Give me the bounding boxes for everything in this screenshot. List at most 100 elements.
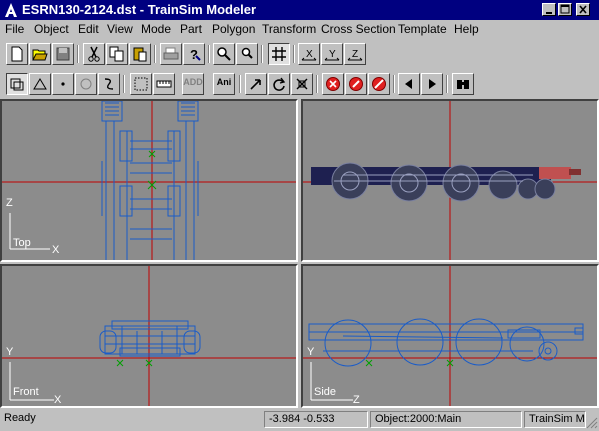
menu-object[interactable]: Object [34,22,69,36]
align-x-button[interactable]: X [298,43,320,65]
grid-icon [272,47,286,61]
top-axis-x-label: X [52,244,60,256]
previous-button[interactable] [398,73,420,95]
perspective-canvas [303,101,597,260]
minimize-button[interactable] [542,3,556,16]
select-squares-icon [10,78,24,91]
circle-tool-button[interactable] [75,73,97,95]
menu-transform[interactable]: Transform [262,22,316,36]
dotted-square-icon [134,77,148,91]
save-button[interactable] [52,43,74,65]
zoom-in-button[interactable] [213,43,235,65]
next-button[interactable] [421,73,443,95]
top-view-canvas [2,101,296,260]
menu-cross-section[interactable]: Cross Section [321,22,396,36]
axis-x-arrows-icon: X [301,49,317,61]
main-toolbar: ? X Y Z [0,40,599,68]
front-axis-y-label: Y [6,346,14,358]
save-disk-icon [56,47,70,61]
diagonal-arrow-icon [250,79,261,90]
svg-text:Y: Y [329,49,336,60]
add-button[interactable]: ADD [182,73,204,95]
rotate-tool-button[interactable] [268,73,290,95]
status-ready: Ready [4,412,36,424]
close-button[interactable] [576,3,590,16]
align-z-button[interactable]: Z [344,43,366,65]
find-button[interactable] [452,73,474,95]
print-button[interactable] [160,43,182,65]
viewport-top[interactable]: Z Top X [0,99,298,262]
arrow-right-icon [429,79,436,89]
tools-toolbar: ADD Ani [0,70,599,98]
zoom-out-button[interactable] [236,43,258,65]
align-y-button[interactable]: Y [321,43,343,65]
marquee-tool-button[interactable] [130,73,152,95]
triangle-icon [33,78,47,90]
menu-file[interactable]: File [5,22,24,36]
no-select-button[interactable] [322,73,344,95]
side-view-canvas [303,266,597,406]
copy-button[interactable] [106,43,128,65]
paste-icon [133,47,147,62]
forbidden-slash-icon [372,77,386,91]
side-axis-y-label: Y [307,346,315,358]
help-button[interactable]: ? [183,43,205,65]
add-label: ADD [183,77,203,87]
curve-tool-button[interactable] [98,73,120,95]
maximize-button[interactable] [558,3,572,16]
binoculars-icon [457,80,469,89]
new-button[interactable] [6,43,28,65]
app-icon[interactable] [3,2,19,18]
cut-button[interactable] [83,43,105,65]
forbidden-x-icon [326,77,340,91]
ruler-tool-button[interactable] [153,73,175,95]
front-origin-marker [116,359,153,367]
curve-icon [104,78,114,90]
close-icon [579,5,587,14]
menu-template[interactable]: Template [398,22,447,36]
open-button[interactable] [29,43,51,65]
top-view-label: Top [13,237,31,249]
status-app: TrainSim M [524,411,586,428]
paste-button[interactable] [129,43,151,65]
circle-icon [80,78,92,90]
side-view-label: Side [314,386,337,398]
menu-part[interactable]: Part [180,22,202,36]
scale-tool-button[interactable] [291,73,313,95]
help-question-icon: ? [190,47,201,62]
copy-icon [109,46,124,62]
maximize-icon [560,4,570,14]
minimize-icon [546,12,552,14]
status-object: Object:2000:Main [370,411,522,428]
triangle-tool-button[interactable] [29,73,51,95]
menu-polygon[interactable]: Polygon [212,22,255,36]
scissors-icon [88,46,100,62]
axis-y-arrows-icon: Y [324,49,340,61]
axis-z-arrows-icon: Z [347,49,363,61]
menu-mode[interactable]: Mode [141,22,171,36]
svg-text:X: X [306,49,313,60]
title-bar: ESRN130-2124.dst - TrainSim Modeler [0,0,599,20]
side-axis-z-label: Z [353,394,360,406]
scale-arrows-icon [296,78,308,90]
grid-toggle-button[interactable] [268,43,290,65]
animation-button[interactable]: Ani [213,73,235,95]
viewport-perspective[interactable] [301,99,599,262]
move-tool-button[interactable] [245,73,267,95]
select-tool-button[interactable] [6,73,28,95]
front-view-label: Front [13,386,39,398]
viewport-front[interactable]: Y Front X [0,264,298,408]
ani-label: Ani [216,77,232,87]
viewport-side[interactable]: Y Side Z [301,264,599,408]
point-tool-button[interactable] [52,73,74,95]
resize-grip-icon[interactable] [586,417,598,429]
top-axis-z-label: Z [6,197,13,209]
menu-view[interactable]: View [107,22,133,36]
status-bar: Ready -3.984 -0.533 Object:2000:Main Tra… [0,408,599,431]
menu-edit[interactable]: Edit [78,22,99,36]
no-move-button[interactable] [345,73,367,95]
menu-bar: File Object Edit View Mode Part Polygon … [0,20,599,40]
no-edit-button[interactable] [368,73,390,95]
menu-help[interactable]: Help [454,22,479,36]
svg-text:?: ? [190,47,198,62]
